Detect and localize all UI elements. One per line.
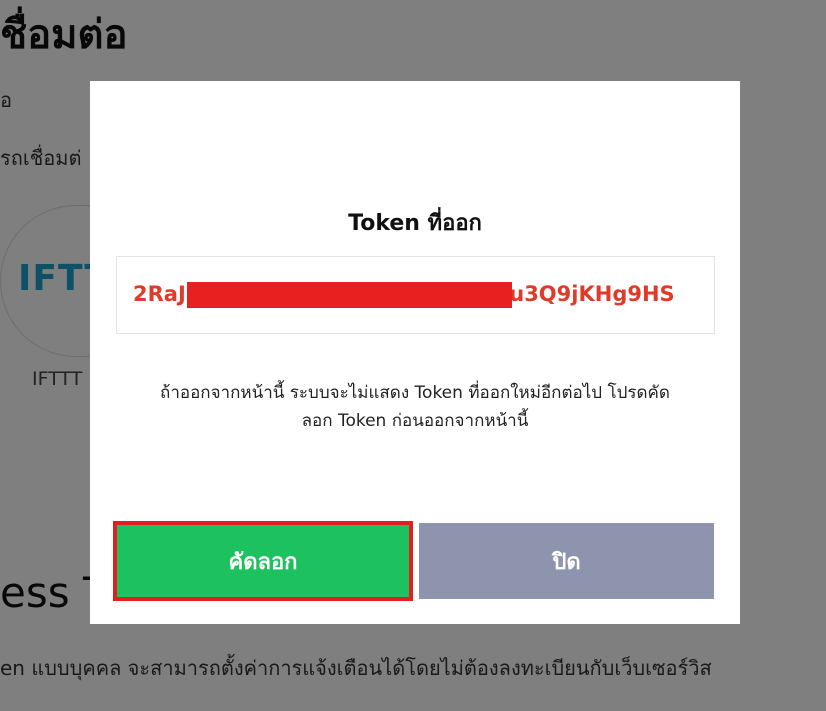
copy-button[interactable]: คัดลอก (113, 521, 413, 601)
notice-line-2: ลอก Token ก่อนออกจากหน้านี้ (301, 411, 529, 431)
token-field[interactable]: 2RaJ ksu3Q9jKHg9HS (116, 256, 715, 334)
dialog-title: Token ที่ออก (348, 211, 482, 236)
notice-line-1: ถ้าออกจากหน้านี้ ระบบจะไม่แสดง Token ที่… (160, 383, 670, 403)
close-button[interactable]: ปิด (419, 523, 714, 599)
token-value-start: 2RaJ (133, 282, 186, 306)
token-dialog: Token ที่ออก 2RaJ ksu3Q9jKHg9HS ถ้าออกจาก… (90, 81, 740, 624)
dialog-notice: ถ้าออกจากหน้านี้ ระบบจะไม่แสดง Token ที่… (130, 379, 700, 435)
redaction-bar (187, 282, 512, 308)
